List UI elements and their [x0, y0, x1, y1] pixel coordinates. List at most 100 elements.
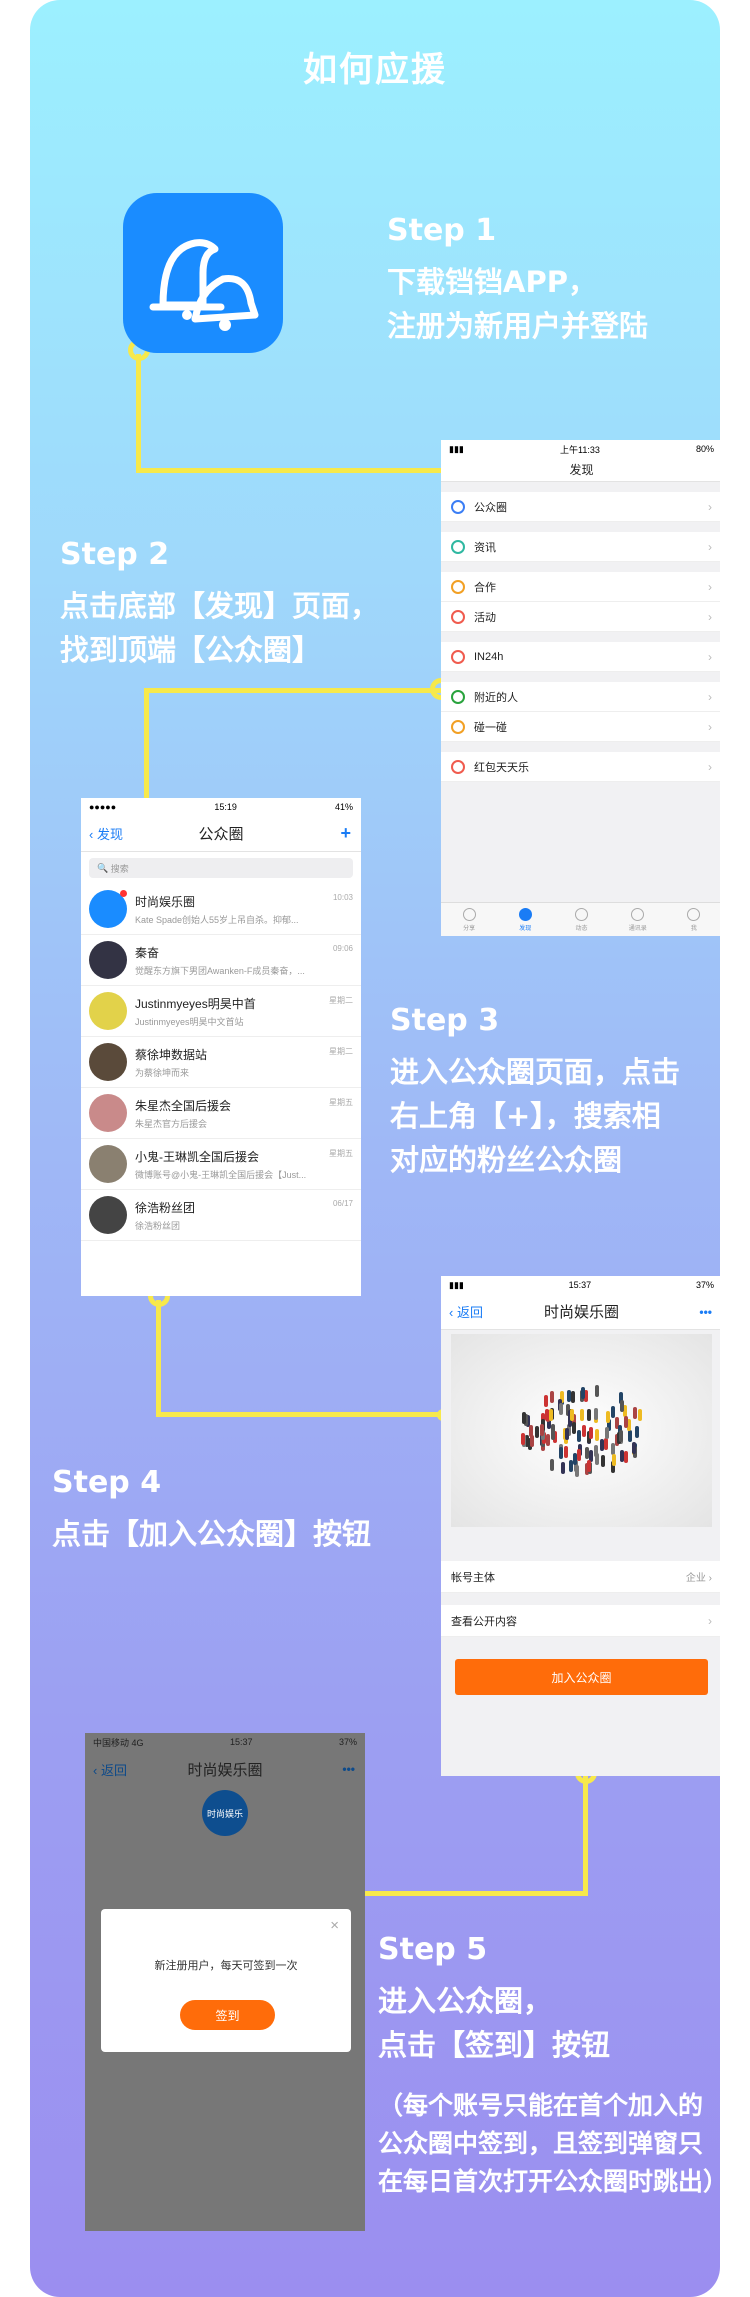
status-time: 15:37 [229, 1737, 253, 1747]
person-figure [623, 1451, 628, 1464]
back-button[interactable]: ‹ 返回 [449, 1302, 483, 1321]
bump-icon [451, 719, 465, 734]
menu-group: 资讯 › [441, 532, 720, 562]
step-5-note: 在每日首次打开公众圈时跳出） [378, 2167, 720, 2196]
activity-icon [451, 609, 465, 624]
battery-level: 41% [334, 802, 353, 812]
avatar [89, 992, 127, 1030]
chevron-right-icon: › [708, 719, 712, 734]
person-figure [606, 1410, 611, 1423]
menu-item[interactable]: 红包天天乐 › [441, 752, 720, 782]
join-circle-button[interactable]: 加入公众圈 [455, 1659, 708, 1695]
step-5-note: 公众圈中签到，且签到弹窗只 [378, 2129, 704, 2158]
person-figure [530, 1434, 535, 1447]
step-4-heading: Step 4 [52, 1465, 162, 1500]
menu-item[interactable]: 活动 › [441, 602, 720, 632]
step-5-note: （每个账号只能在首个加入的 [378, 2091, 704, 2120]
step-1-line: 下载铛铛APP， [387, 265, 597, 299]
list-item[interactable]: 小鬼-王琳凯全国后援会 微博账号@小鬼-王琳凯全国后援会【Just... 星期五 [81, 1139, 361, 1190]
menu-item[interactable]: 附近的人 › [441, 682, 720, 712]
step-5: Step 5 进入公众圈， 点击【签到】按钮 （每个账号只能在首个加入的 公众圈… [378, 1932, 720, 2201]
tab-item[interactable]: 发现 [497, 903, 553, 936]
menu-item[interactable]: 资讯 › [441, 532, 720, 562]
public-content-row[interactable]: 查看公开内容 › [441, 1605, 720, 1637]
person-figure [521, 1412, 526, 1425]
person-figure [624, 1416, 629, 1429]
signin-button[interactable]: 签到 [180, 2000, 275, 2030]
item-name: 朱星杰全国后援会 [135, 1098, 232, 1113]
menu-item[interactable]: 公众圈 › [441, 492, 720, 522]
person-figure [571, 1421, 576, 1434]
menu-item-label: IN24h [474, 650, 504, 663]
person-figure [586, 1408, 591, 1421]
tab-item[interactable]: 通讯录 [610, 903, 666, 936]
item-time: 星期二 [329, 1047, 353, 1056]
tab-item[interactable]: 动态 [553, 903, 609, 936]
connector-line [330, 1891, 588, 1896]
tab-icon [462, 907, 476, 921]
crowd-image [451, 1334, 712, 1527]
tab-icon [631, 907, 645, 921]
row-value: 企业 › [685, 1573, 712, 1584]
tab-label: 动态 [575, 925, 588, 932]
item-subtitle: 微博账号@小鬼-王琳凯全国后援会【Just... [135, 1169, 307, 1180]
step-2: Step 2 点击底部【发现】页面， 找到顶端【公众圈】 [60, 537, 379, 672]
status-time: 15:37 [568, 1280, 592, 1290]
back-button[interactable]: ‹ 返回 [93, 1760, 127, 1779]
person-figure [619, 1399, 624, 1412]
person-figure [576, 1449, 581, 1462]
person-figure [605, 1426, 610, 1439]
person-figure [628, 1429, 633, 1442]
item-subtitle: Kate Spade创始人55岁上吊自杀。抑郁... [135, 914, 299, 925]
tab-bar: 分享 发现 动态 通讯录 我 [441, 902, 720, 936]
list-item[interactable]: 朱星杰全国后援会 朱星杰官方后援会 星期五 [81, 1088, 361, 1139]
list-item[interactable]: 徐浩粉丝团 徐浩粉丝团 06/17 [81, 1190, 361, 1241]
location-icon [451, 689, 465, 704]
item-name: 时尚娱乐圈 [135, 894, 196, 909]
list-item[interactable]: Justinmyeyes明昊中首 Justinmyeyes明昊中文首站 星期二 [81, 986, 361, 1037]
close-icon[interactable]: × [330, 1917, 339, 1934]
signin-title: 时尚娱乐圈 [187, 1761, 263, 1779]
menu-group: 合作 › 活动 › [441, 572, 720, 632]
page-title: 如何应援 [303, 50, 447, 90]
connector-line [156, 1300, 161, 1414]
step-4-line: 点击【加入公众圈】按钮 [52, 1517, 372, 1551]
back-button[interactable]: ‹ 发现 [89, 824, 123, 843]
circles-screenshot: ●●●●● 15:19 41% ‹ 发现 公众圈 + 🔍 搜索 时尚娱乐圈 Kate … [81, 798, 361, 1296]
add-button[interactable]: + [340, 823, 351, 844]
person-figure [581, 1386, 586, 1399]
step-2-line: 找到顶端【公众圈】 [60, 633, 322, 667]
menu-item-label: 红包天天乐 [474, 761, 529, 774]
tab-icon [687, 907, 701, 921]
chevron-right-icon: › [708, 579, 712, 594]
menu-item[interactable]: IN24h › [441, 642, 720, 672]
item-name: 小鬼-王琳凯全国后援会 [135, 1149, 259, 1164]
person-figure [623, 1404, 628, 1417]
list-item[interactable]: 时尚娱乐圈 Kate Spade创始人55岁上吊自杀。抑郁... 10:03 [81, 884, 361, 935]
item-subtitle: 觉醒东方旗下男团Awanken-F成员秦奋，... [135, 965, 305, 976]
person-figure [581, 1425, 586, 1438]
tab-item[interactable]: 分享 [441, 903, 497, 936]
list-item[interactable]: 蔡徐坤数据站 为蔡徐坤而来 星期二 [81, 1037, 361, 1088]
row-label: 帐号主体 [451, 1571, 495, 1584]
tab-item[interactable]: 我 [666, 903, 720, 936]
tab-label: 我 [690, 925, 697, 932]
menu-item[interactable]: 碰一碰 › [441, 712, 720, 742]
item-name: Justinmyeyes明昊中首 [135, 996, 256, 1011]
person-figure [574, 1464, 579, 1477]
step-1-line: 注册为新用户并登陆 [387, 309, 649, 343]
circle-avatar: 时尚娱乐 [202, 1790, 248, 1836]
avatar [89, 941, 127, 979]
signal-icon: ▮▮▮ [449, 1279, 464, 1290]
more-button[interactable]: ••• [342, 1762, 355, 1776]
battery-level: 37% [338, 1737, 357, 1747]
more-button[interactable]: ••• [699, 1305, 712, 1319]
person-figure [544, 1408, 549, 1421]
search-input[interactable]: 🔍 搜索 [89, 858, 353, 878]
avatar [89, 1094, 127, 1132]
person-figure [637, 1408, 642, 1421]
chevron-right-icon: › [708, 609, 712, 624]
menu-item[interactable]: 合作 › [441, 572, 720, 602]
account-owner-row[interactable]: 帐号主体 企业 › [441, 1561, 720, 1593]
list-item[interactable]: 秦奋 觉醒东方旗下男团Awanken-F成员秦奋，... 09:06 [81, 935, 361, 986]
